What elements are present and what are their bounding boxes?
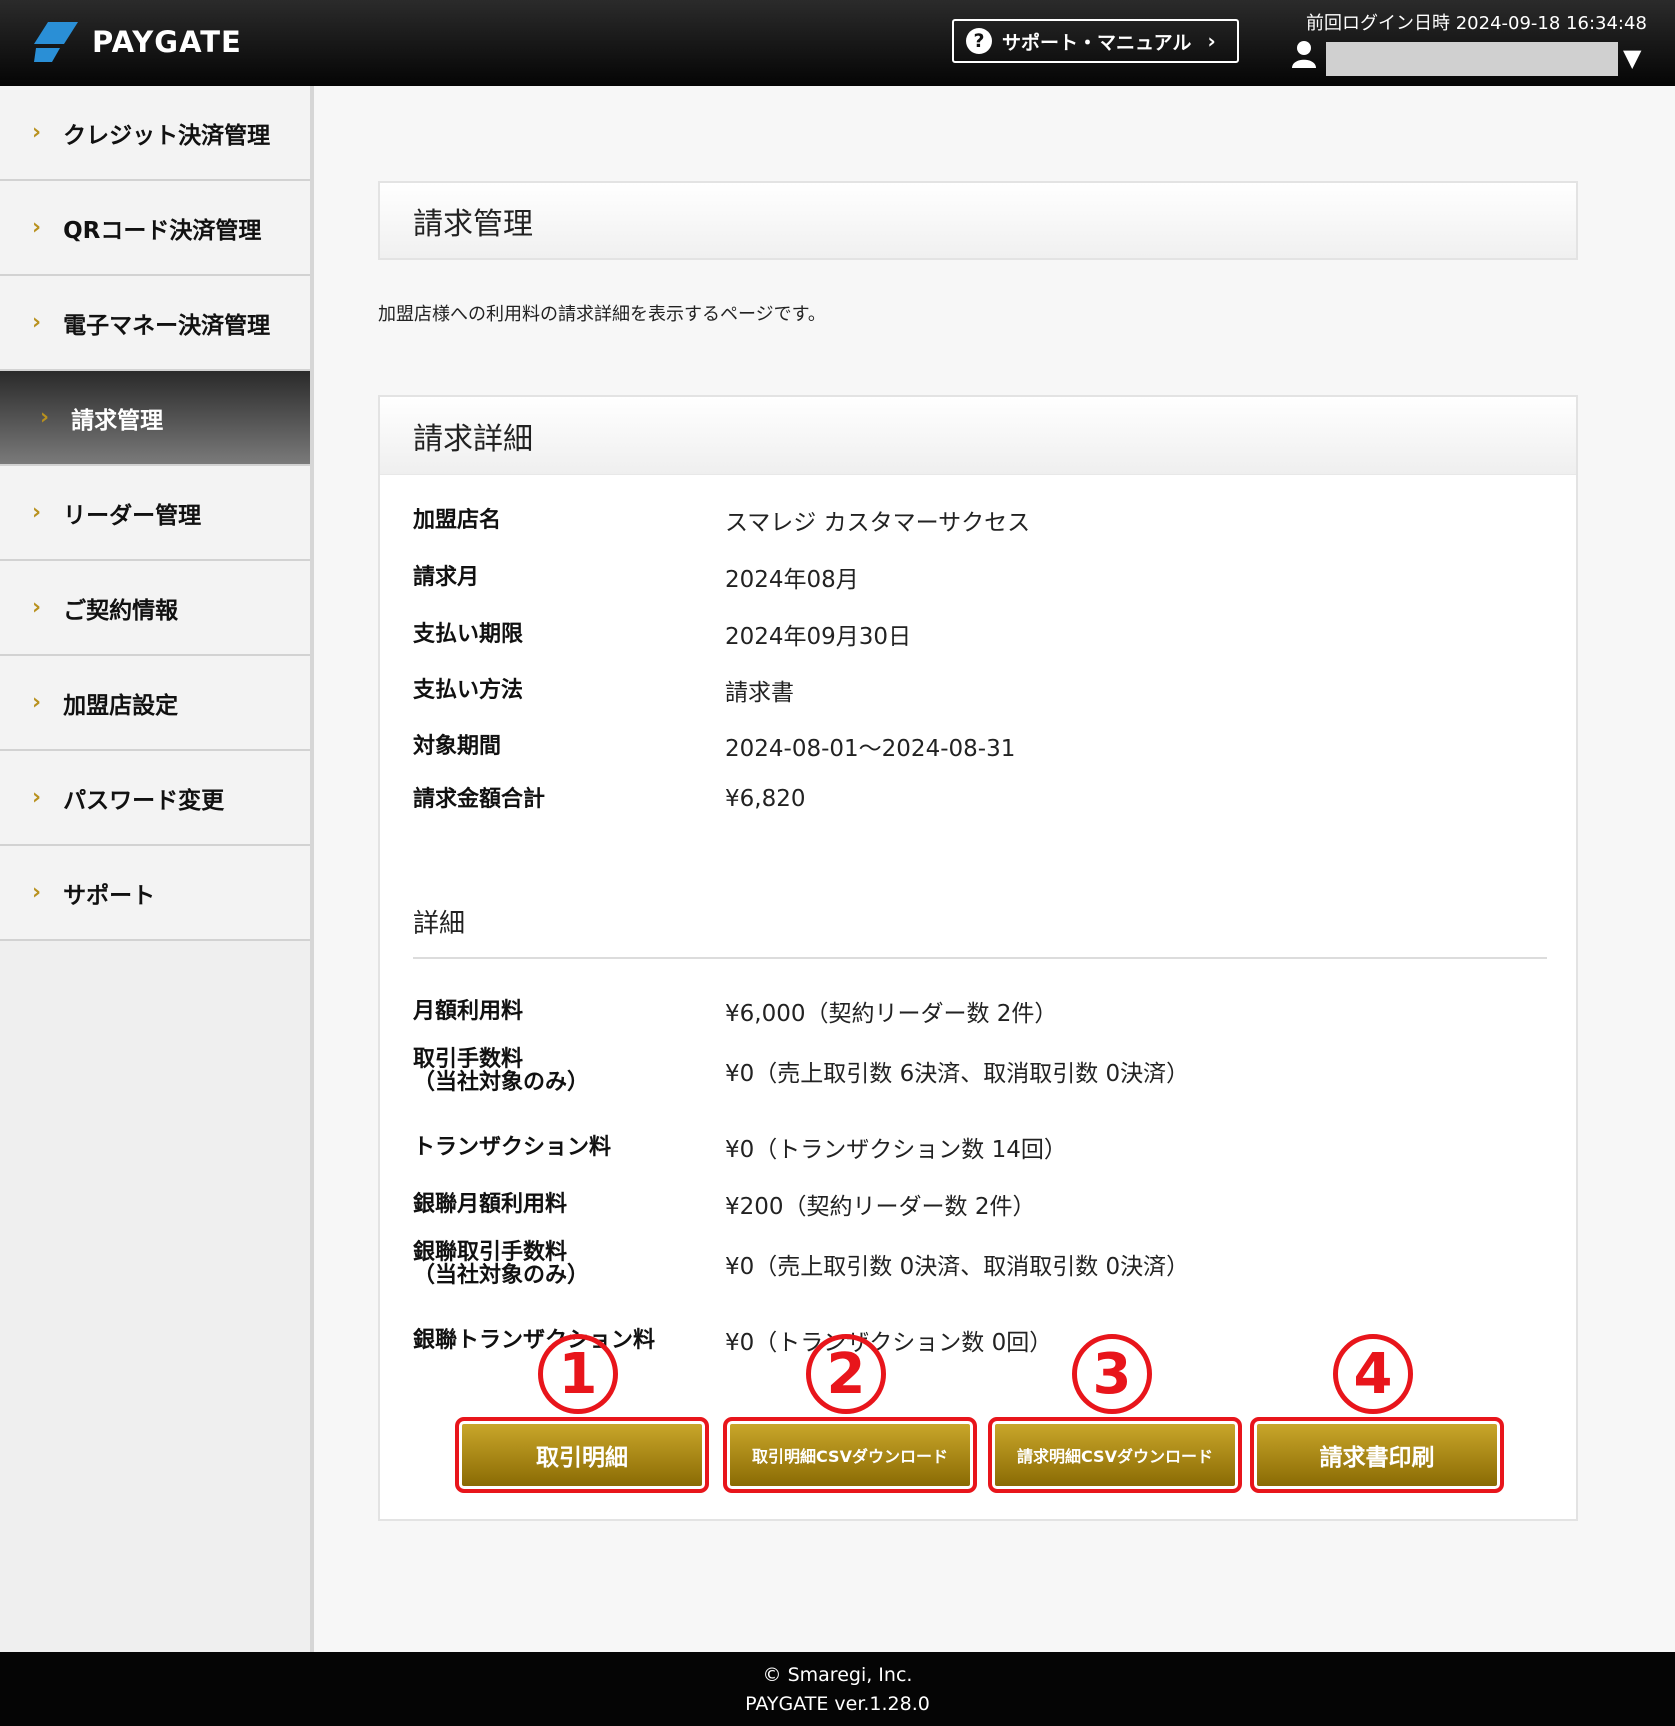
sidebar-item-contract[interactable]: › ご契約情報 <box>0 561 310 656</box>
sidebar-item-emoney[interactable]: › 電子マネー決済管理 <box>0 276 310 371</box>
user-icon <box>1292 41 1316 68</box>
detail-label: 銀聯月額利用料 <box>413 1191 568 1217</box>
detail-value: ¥0（売上取引数 0決済、取消取引数 0決済） <box>725 1254 1190 1280</box>
summary-row: 対象期間 2024-08-01〜2024-08-31 <box>413 729 1015 763</box>
summary-value: スマレジ カスタマーサクセス <box>725 510 1031 536</box>
sidebar-item-label: 加盟店設定 <box>63 692 179 719</box>
caret-down-icon[interactable]: ▼ <box>1623 44 1641 72</box>
logo-text: PAYGATE <box>92 25 242 59</box>
help-icon: ? <box>966 28 992 54</box>
support-manual-button[interactable]: ? サポート・マニュアル › <box>952 19 1239 63</box>
summary-value: 2024-08-01〜2024-08-31 <box>725 736 1016 762</box>
detail-label: 月額利用料 <box>413 998 524 1024</box>
detail-row: 銀聯取引手数料 （当社対象のみ） ¥0（売上取引数 0決済、取消取引数 0決済） <box>413 1241 1189 1287</box>
chevron-right-icon: › <box>32 690 42 715</box>
sidebar-item-label: リーダー管理 <box>63 502 202 529</box>
paygate-logo[interactable]: PAYGATE <box>34 22 242 62</box>
transaction-detail-button[interactable]: 取引明細 <box>455 1417 709 1493</box>
sidebar: › クレジット決済管理 › QRコード決済管理 › 電子マネー決済管理 › 請求… <box>0 86 314 1652</box>
sidebar-item-merchant-settings[interactable]: › 加盟店設定 <box>0 656 310 751</box>
summary-label: 支払い方法 <box>413 677 524 703</box>
summary-row: 支払い方法 請求書 <box>413 673 794 707</box>
summary-value: 2024年08月 <box>725 567 859 593</box>
top-header: PAYGATE ? サポート・マニュアル › 前回ログイン日時 2024-09-… <box>0 0 1675 86</box>
last-login-text: 前回ログイン日時 2024-09-18 16:34:48 <box>1306 13 1647 34</box>
annotation-marker-4: 4 <box>1333 1334 1413 1414</box>
detail-value: ¥6,000（契約リーダー数 2件） <box>725 1001 1058 1027</box>
sidebar-item-label: 電子マネー決済管理 <box>63 312 271 339</box>
sidebar-item-label: パスワード変更 <box>63 787 225 814</box>
chevron-right-icon: › <box>32 595 42 620</box>
sidebar-item-label: クレジット決済管理 <box>63 122 271 149</box>
chevron-right-icon: › <box>40 405 50 430</box>
page-description: 加盟店様への利用料の請求詳細を表示するページです。 <box>378 304 826 325</box>
divider <box>413 957 1547 959</box>
billing-csv-download-button[interactable]: 請求明細CSVダウンロード <box>988 1417 1242 1493</box>
summary-label: 請求月 <box>413 564 480 590</box>
annotation-marker-3: 3 <box>1072 1334 1152 1414</box>
detail-row: 銀聯月額利用料 ¥200（契約リーダー数 2件） <box>413 1187 1035 1221</box>
chevron-right-icon: › <box>32 120 42 145</box>
version-text: PAYGATE ver.1.28.0 <box>745 1693 930 1715</box>
support-manual-label: サポート・マニュアル <box>1002 31 1192 54</box>
summary-label: 対象期間 <box>413 733 502 759</box>
sidebar-item-support[interactable]: › サポート <box>0 846 310 941</box>
paygate-logo-icon <box>34 22 78 62</box>
sidebar-item-qr[interactable]: › QRコード決済管理 <box>0 181 310 276</box>
sidebar-item-billing[interactable]: › 請求管理 <box>0 371 310 466</box>
summary-value: 2024年09月30日 <box>725 624 912 650</box>
detail-row: 取引手数料 （当社対象のみ） ¥0（売上取引数 6決済、取消取引数 0決済） <box>413 1048 1189 1094</box>
summary-value: 請求書 <box>725 680 794 706</box>
transaction-csv-download-button[interactable]: 取引明細CSVダウンロード <box>723 1417 977 1493</box>
billing-detail-card: 請求詳細 加盟店名 スマレジ カスタマーサクセス 請求月 2024年08月 支払… <box>378 395 1578 1521</box>
detail-label: 取引手数料 （当社対象のみ） <box>413 1047 590 1095</box>
sidebar-item-label: QRコード決済管理 <box>63 217 262 244</box>
summary-value: ¥6,820 <box>725 786 806 812</box>
footer: © Smaregi, Inc. PAYGATE ver.1.28.0 <box>0 1652 1675 1726</box>
print-invoice-button[interactable]: 請求書印刷 <box>1250 1417 1504 1493</box>
chevron-right-icon: › <box>32 880 42 905</box>
summary-row: 請求金額合計 ¥6,820 <box>413 786 805 812</box>
sidebar-item-credit[interactable]: › クレジット決済管理 <box>0 86 310 181</box>
chevron-right-icon: › <box>32 785 42 810</box>
summary-label: 請求金額合計 <box>413 786 546 812</box>
sidebar-item-reader[interactable]: › リーダー管理 <box>0 466 310 561</box>
detail-value: ¥0（トランザクション数 14回） <box>725 1137 1067 1163</box>
summary-row: 請求月 2024年08月 <box>413 560 859 594</box>
page-title: 請求管理 <box>378 181 1578 260</box>
chevron-right-icon: › <box>32 215 42 240</box>
detail-section-title: 詳細 <box>413 909 466 939</box>
chevron-right-icon: › <box>1207 29 1216 53</box>
chevron-right-icon: › <box>32 500 42 525</box>
summary-label: 加盟店名 <box>413 507 502 533</box>
detail-row: 銀聯トランザクション料 ¥0（トランザクション数 0回） <box>413 1323 1052 1357</box>
detail-row: トランザクション料 ¥0（トランザクション数 14回） <box>413 1130 1067 1164</box>
detail-value: ¥0（売上取引数 6決済、取消取引数 0決済） <box>725 1061 1190 1087</box>
sidebar-item-label: ご契約情報 <box>63 597 179 624</box>
summary-label: 支払い期限 <box>413 621 524 647</box>
sidebar-item-label: 請求管理 <box>71 407 164 434</box>
summary-row: 支払い期限 2024年09月30日 <box>413 617 911 651</box>
detail-label: トランザクション料 <box>413 1134 612 1160</box>
sidebar-item-label: サポート <box>63 882 156 909</box>
detail-value: ¥0（トランザクション数 0回） <box>725 1330 1053 1356</box>
detail-row: 月額利用料 ¥6,000（契約リーダー数 2件） <box>413 994 1057 1028</box>
detail-label: 銀聯取引手数料 （当社対象のみ） <box>413 1240 590 1288</box>
chevron-right-icon: › <box>32 310 42 335</box>
copyright-text: © Smaregi, Inc. <box>762 1664 913 1686</box>
user-name-field[interactable] <box>1326 42 1618 76</box>
detail-value: ¥200（契約リーダー数 2件） <box>725 1194 1036 1220</box>
sidebar-item-password[interactable]: › パスワード変更 <box>0 751 310 846</box>
card-title: 請求詳細 <box>380 397 1576 475</box>
annotation-marker-2: 2 <box>806 1334 886 1414</box>
summary-row: 加盟店名 スマレジ カスタマーサクセス <box>413 503 1030 537</box>
annotation-marker-1: 1 <box>538 1334 618 1414</box>
